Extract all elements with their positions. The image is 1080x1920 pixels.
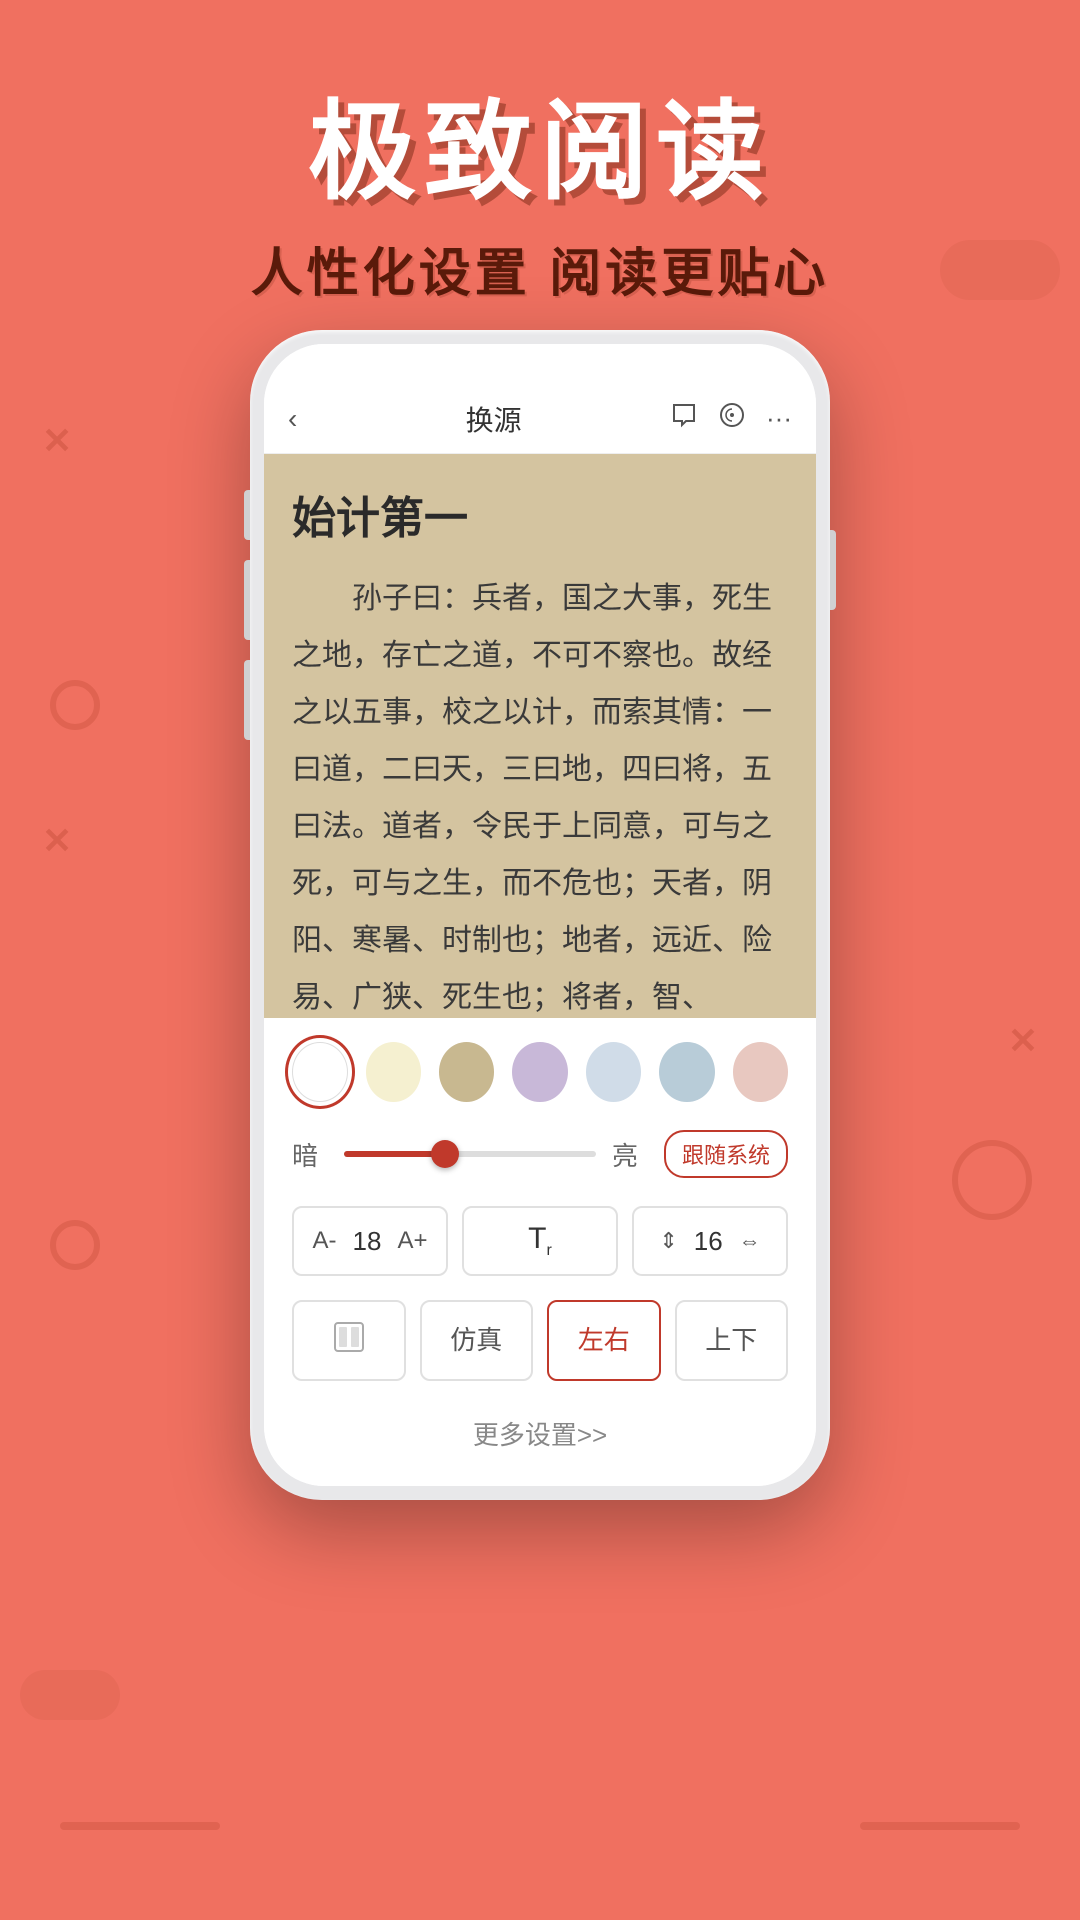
line-spacing-decrease-icon[interactable]: ⇕ [659, 1228, 677, 1254]
header-area: 极致阅读 人性化设置 阅读更贴心 [0, 0, 1080, 340]
nav-title: 换源 [317, 399, 670, 439]
chat-icon[interactable] [670, 401, 698, 436]
color-swatch-tan[interactable] [439, 1042, 494, 1102]
reading-area: 始计第一 孙子曰：兵者，国之大事，死生之地，存亡之道，不可不察也。故经之以五事，… [264, 454, 816, 1018]
color-swatch-lightblue[interactable] [586, 1042, 641, 1102]
brightness-fill [344, 1151, 445, 1157]
brightness-thumb[interactable] [431, 1140, 459, 1168]
color-swatch-cream[interactable] [366, 1042, 421, 1102]
font-size-value: 18 [353, 1226, 382, 1257]
lr-mode-button[interactable]: 左右 [547, 1300, 661, 1381]
line-spacing-control: ⇕ 16 ⇔ [632, 1206, 788, 1276]
font-size-control: A- 18 A+ [292, 1206, 448, 1276]
controls-row: A- 18 A+ Tr ⇕ 16 ⇔ [292, 1206, 788, 1276]
deco-line-2 [860, 1822, 1020, 1830]
dark-label: 暗 [292, 1136, 328, 1173]
deco-circle-2 [50, 1220, 100, 1270]
classic-mode-button[interactable]: 仿真 [420, 1300, 534, 1381]
mode-row: 仿真 左右 上下 [292, 1300, 788, 1381]
sub-title: 人性化设置 阅读更贴心 [251, 231, 829, 306]
nav-bar: ‹ 换源 [264, 384, 816, 454]
line-spacing-increase-icon[interactable]: ⇔ [739, 1228, 761, 1254]
phone-volume-down-button [244, 660, 250, 740]
settings-panel: 暗 亮 跟随系统 A- 18 A+ [264, 1018, 816, 1486]
font-family-control[interactable]: Tr [462, 1206, 618, 1276]
brightness-slider[interactable] [344, 1151, 596, 1157]
color-swatch-white[interactable] [292, 1042, 348, 1102]
phone-outer-shell: ‹ 换源 [250, 330, 830, 1500]
phone-mute-button [244, 490, 250, 540]
audio-icon[interactable] [718, 401, 746, 436]
main-title: 极致阅读 [308, 65, 772, 221]
color-swatches-row [292, 1042, 788, 1102]
font-decrease-button[interactable]: A- [313, 1227, 337, 1255]
status-bar [264, 344, 816, 384]
deco-circle-3 [952, 1140, 1032, 1220]
font-family-icon: Tr [528, 1222, 552, 1260]
scroll-mode-button[interactable] [292, 1300, 406, 1381]
deco-circle-1 [50, 680, 100, 730]
app-screen: ‹ 换源 [264, 344, 816, 1486]
deco-x-icon-2: ✕ [42, 820, 72, 862]
light-label: 亮 [612, 1136, 648, 1173]
phone-mockup: ‹ 换源 [250, 330, 830, 1510]
color-swatch-powderblue[interactable] [659, 1042, 714, 1102]
more-settings-link[interactable]: 更多设置>> [292, 1405, 788, 1462]
phone-screen: ‹ 换源 [264, 344, 816, 1486]
back-button[interactable]: ‹ [288, 403, 297, 435]
brightness-row: 暗 亮 跟随系统 [292, 1130, 788, 1178]
nav-icons: ··· [670, 401, 792, 436]
more-icon[interactable]: ··· [766, 403, 792, 434]
deco-x-icon-3: ✕ [1008, 1020, 1038, 1062]
phone-volume-up-button [244, 560, 250, 640]
color-swatch-lavender[interactable] [512, 1042, 567, 1102]
line-spacing-value: 16 [694, 1226, 723, 1257]
phone-power-button [830, 530, 836, 610]
color-swatch-pink[interactable] [733, 1042, 788, 1102]
deco-line-1 [60, 1822, 220, 1830]
font-increase-button[interactable]: A+ [397, 1227, 427, 1255]
deco-x-icon-1: ✕ [42, 420, 72, 462]
reading-content: 孙子曰：兵者，国之大事，死生之地，存亡之道，不可不察也。故经之以五事，校之以计，… [292, 570, 788, 1018]
tb-mode-button[interactable]: 上下 [675, 1300, 789, 1381]
deco-blob-2 [20, 1670, 120, 1720]
chapter-title: 始计第一 [292, 482, 788, 546]
system-follow-button[interactable]: 跟随系统 [664, 1130, 788, 1178]
